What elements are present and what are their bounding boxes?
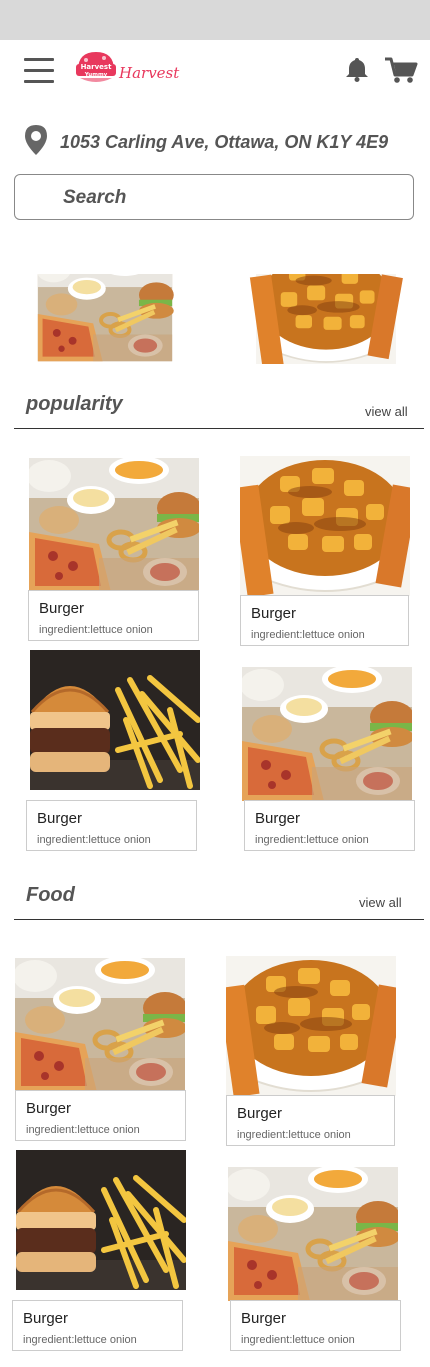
food-card-info[interactable]: Burger ingredient:lettuce onion	[28, 590, 199, 641]
food-ingredients: ingredient:lettuce onion	[241, 1334, 355, 1346]
burger-fries-image	[16, 1150, 186, 1290]
food-name: Burger	[255, 810, 301, 827]
burger-fries-image	[30, 650, 200, 790]
food-card-image[interactable]	[16, 1150, 186, 1290]
food-card-info[interactable]: Burger ingredient:lettuce onion	[244, 800, 415, 851]
food-ingredients: ingredient:lettuce onion	[23, 1334, 137, 1346]
food-name: Burger	[241, 1310, 287, 1327]
bell-icon[interactable]	[344, 56, 370, 82]
food-ingredients: ingredient:lettuce onion	[37, 834, 151, 846]
cart-icon[interactable]	[384, 56, 418, 84]
food-ingredients: ingredient:lettuce onion	[26, 1124, 140, 1136]
food-card-info[interactable]: Burger ingredient:lettuce onion	[230, 1300, 401, 1351]
logo-text-bottom: Yummy	[84, 72, 108, 78]
food-ingredients: ingredient:lettuce onion	[255, 834, 369, 846]
combo-platter-image	[242, 667, 412, 801]
food-name: Burger	[237, 1105, 283, 1122]
poutine-image	[240, 456, 410, 596]
food-ingredients: ingredient:lettuce onion	[237, 1129, 351, 1141]
menu-button[interactable]	[22, 56, 58, 86]
food-card-image[interactable]	[240, 456, 410, 596]
brand-name: Harvest	[119, 64, 180, 82]
food-card-info[interactable]: Burger ingredient:lettuce onion	[12, 1300, 183, 1351]
food-ingredients: ingredient:lettuce onion	[251, 629, 365, 641]
search-input[interactable]	[63, 185, 393, 211]
food-name: Burger	[26, 1100, 72, 1117]
food-card-info[interactable]: Burger ingredient:lettuce onion	[226, 1095, 395, 1146]
food-card-image[interactable]	[242, 667, 412, 801]
food-card-image[interactable]	[15, 958, 185, 1092]
logo-text-top: Harvest	[81, 63, 113, 71]
menu-icon	[24, 58, 54, 61]
menu-icon-bar	[24, 80, 54, 83]
combo-platter-image	[29, 458, 199, 592]
poutine-image	[237, 274, 415, 364]
food-card-image[interactable]	[226, 956, 396, 1096]
delivery-address[interactable]: 1053 Carling Ave, Ottawa, ON K1Y 4E9	[60, 132, 388, 153]
harvest-logo: Harvest Yummy	[76, 52, 116, 82]
banner-combo-platter[interactable]	[15, 274, 195, 364]
poutine-image	[226, 956, 396, 1096]
section-title-popularity: popularity	[26, 393, 123, 415]
combo-platter-image	[228, 1167, 398, 1301]
combo-platter-image	[15, 274, 195, 364]
food-card-info[interactable]: Burger ingredient:lettuce onion	[240, 595, 409, 646]
food-name: Burger	[23, 1310, 69, 1327]
food-card-info[interactable]: Burger ingredient:lettuce onion	[26, 800, 197, 851]
popularity-view-all-link[interactable]: view all	[365, 404, 408, 419]
banner-poutine[interactable]	[237, 274, 415, 364]
food-card-image[interactable]	[30, 650, 200, 790]
status-bar	[0, 0, 430, 40]
food-view-all-link[interactable]: view all	[359, 895, 402, 910]
menu-icon-bar	[24, 69, 54, 72]
food-ingredients: ingredient:lettuce onion	[39, 624, 153, 636]
food-card-image[interactable]	[29, 458, 199, 592]
food-card-image[interactable]	[228, 1167, 398, 1301]
food-name: Burger	[251, 605, 297, 622]
food-name: Burger	[39, 600, 85, 617]
section-divider	[14, 919, 424, 920]
search-box[interactable]	[14, 174, 414, 220]
food-name: Burger	[37, 810, 83, 827]
location-pin-icon	[25, 125, 47, 155]
section-title-food: Food	[26, 884, 75, 906]
section-divider	[14, 428, 424, 429]
food-card-info[interactable]: Burger ingredient:lettuce onion	[15, 1090, 186, 1141]
combo-platter-image	[15, 958, 185, 1092]
